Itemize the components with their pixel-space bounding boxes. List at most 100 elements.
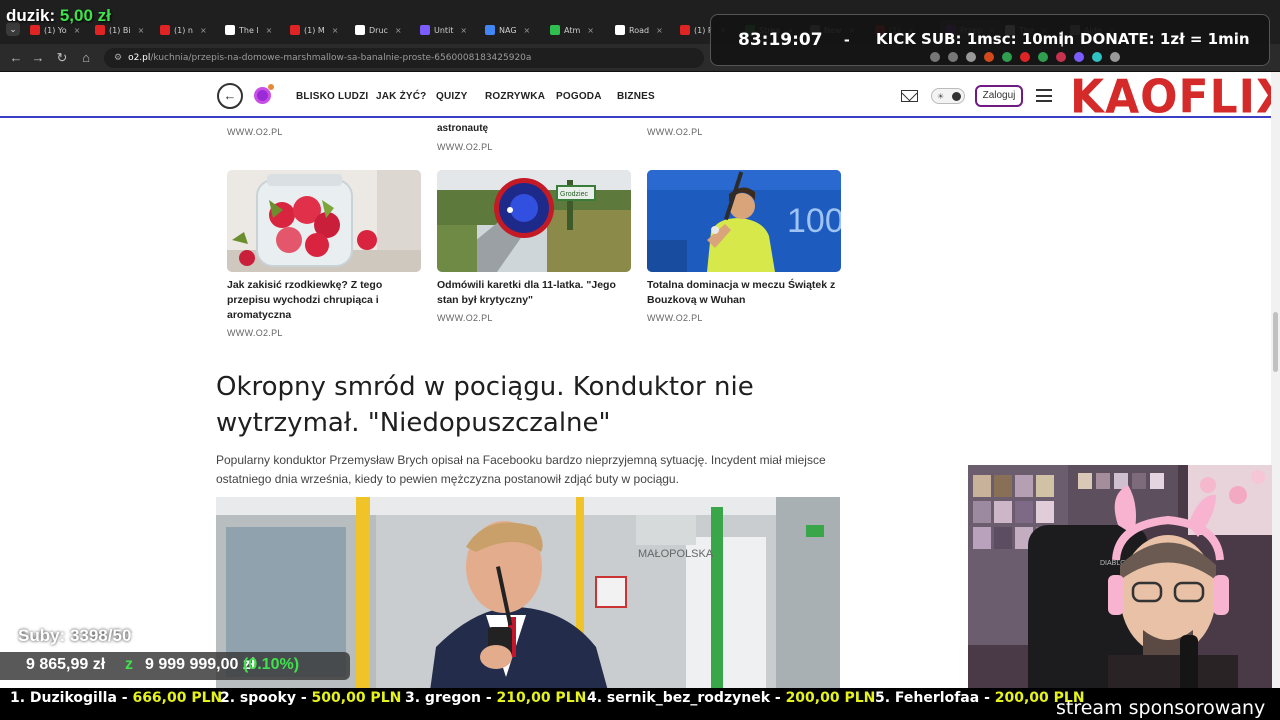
site-info-icon[interactable]: ⚙ (114, 53, 122, 63)
nav-jak-zyc[interactable]: JAK ŻYĆ? (376, 91, 427, 102)
donor-amount: 5,00 zł (59, 6, 111, 25)
toggle-knob (952, 92, 961, 101)
banner-text: 1000 (787, 202, 841, 240)
extension-icon[interactable] (984, 52, 994, 62)
tab-close-icon[interactable]: × (656, 26, 663, 35)
card-source: WWW.O2.PL (227, 127, 283, 137)
back-circle-icon[interactable]: ← (217, 83, 243, 109)
tab-close-icon[interactable]: × (200, 26, 207, 35)
sponsored-label: stream sponsorowany (1056, 697, 1266, 719)
back-arrow-icon[interactable]: ← (8, 50, 24, 66)
tab-close-icon[interactable]: × (395, 26, 402, 35)
card-source: WWW.O2.PL (437, 313, 493, 323)
nav-pogoda[interactable]: POGODA (556, 91, 602, 102)
mail-icon[interactable] (901, 90, 918, 102)
extension-icon[interactable] (1002, 52, 1012, 62)
goal-separator: z (125, 656, 133, 673)
extension-icon[interactable] (948, 52, 958, 62)
tab-label: NAG (499, 25, 517, 35)
extension-icons (930, 52, 1120, 62)
browser-tab[interactable]: Atm × (550, 20, 594, 40)
goal-current: 9 865,99 zł (26, 656, 106, 673)
tab-favicon-icon (680, 25, 690, 35)
kaoflix-logo: KAOFLIX (1070, 70, 1280, 125)
tab-label: (1) n (174, 25, 193, 35)
extension-icon[interactable] (1056, 52, 1066, 62)
browser-tab[interactable]: Druc × (355, 20, 402, 40)
goal-percent: (0.10%) (243, 656, 300, 673)
tab-favicon-icon (420, 25, 430, 35)
tab-favicon-icon (485, 25, 495, 35)
card-title-tennis[interactable]: Totalna dominacja w meczu Świątek z Bouz… (647, 278, 841, 308)
tab-close-icon[interactable]: × (460, 26, 467, 35)
card-image-radish-jar[interactable] (227, 170, 421, 272)
ticker-item: 2. spooky - 500,00 PLN (220, 690, 402, 706)
tab-label: Road (629, 25, 650, 35)
prev-card-title[interactable]: astronautę (437, 123, 488, 134)
tab-favicon-icon (615, 25, 625, 35)
browser-tab[interactable]: (1) M × (290, 20, 338, 40)
sub-goal: Suby: 3398/50 (18, 626, 132, 645)
goal-target: 9 999 999,00 zł (145, 656, 256, 673)
star-icon[interactable] (966, 52, 976, 62)
tab-label: (1) Bi (109, 25, 131, 35)
extension-icon[interactable] (930, 52, 940, 62)
browser-tab[interactable]: Road × (615, 20, 663, 40)
card-image-tennis[interactable]: 1000 (647, 170, 841, 272)
tab-favicon-icon (30, 25, 40, 35)
tab-close-icon[interactable]: × (332, 26, 339, 35)
nav-blisko-ludzi[interactable]: BLISKO LUDZI (296, 91, 368, 102)
tab-label: (1) Yo (44, 25, 67, 35)
nav-biznes[interactable]: BIZNES (617, 91, 655, 102)
browser-tab[interactable]: NAG × (485, 20, 530, 40)
subathon-timer: 83:19:07 (738, 30, 823, 50)
donate-rate: DONATE: 1zł = 1min (1080, 30, 1250, 48)
tab-close-icon[interactable]: × (524, 26, 531, 35)
timer-dash: - (844, 30, 850, 49)
card-image-ambulance-road[interactable]: Grodziec (437, 170, 631, 272)
tab-label: Untit (434, 25, 454, 35)
nav-quizy[interactable]: QUIZY (436, 91, 468, 102)
forward-arrow-icon[interactable]: → (30, 50, 46, 66)
card-source: WWW.O2.PL (647, 127, 703, 137)
road-sign-text: Grodziec (560, 191, 589, 198)
theme-toggle[interactable]: ☀ (931, 88, 965, 104)
page-scrollbar[interactable] (1271, 72, 1280, 720)
ticker-item: 1. Duzikogilla - 666,00 PLN (10, 690, 223, 706)
browser-tab[interactable]: The l × (225, 20, 272, 40)
koto-label: koto (130, 630, 166, 649)
tab-close-icon[interactable]: × (266, 26, 273, 35)
card-title-radish[interactable]: Jak zakisić rzodkiewkę? Z tego przepisu … (227, 278, 421, 323)
tab-close-icon[interactable]: × (74, 26, 81, 35)
card-title-ambulance[interactable]: Odmówili karetki dla 11-latka. "Jego sta… (437, 278, 631, 308)
extension-icon[interactable] (1092, 52, 1102, 62)
scrollbar-thumb[interactable] (1273, 312, 1278, 372)
ticker-item: 3. gregon - 210,00 PLN (405, 690, 587, 706)
tab-close-icon[interactable]: × (138, 26, 145, 35)
tab-favicon-icon (355, 25, 365, 35)
panel-separator: | (1060, 30, 1065, 47)
browser-tab[interactable]: (1) n × (160, 20, 207, 40)
ticker-item: 4. sernik_bez_rodzynek - 200,00 PLN (587, 690, 876, 706)
tab-favicon-icon (290, 25, 300, 35)
browser-tab[interactable]: Untit × (420, 20, 467, 40)
extension-icon[interactable] (1074, 52, 1084, 62)
nav-rozrywka[interactable]: ROZRYWKA (485, 91, 545, 102)
tab-close-icon[interactable]: × (587, 26, 594, 35)
sun-icon: ☀ (937, 92, 945, 101)
url-path: /kuchnia/przepis-na-domowe-marshmallow-s… (150, 53, 532, 63)
kick-sub-rate: KICK SUB: 1msc: 10min (876, 30, 1075, 48)
extension-icon[interactable] (1020, 52, 1030, 62)
o2-logo[interactable] (254, 84, 274, 104)
tab-label: (1) M (304, 25, 325, 35)
puzzle-icon[interactable] (1110, 52, 1120, 62)
menu-icon[interactable] (1036, 89, 1052, 102)
card-source: WWW.O2.PL (227, 328, 283, 338)
url-field[interactable]: ⚙ o2.pl/kuchnia/przepis-na-domowe-marshma… (104, 48, 704, 68)
train-label: MAŁOPOLSKA (638, 548, 714, 560)
reload-icon[interactable]: ↻ (54, 50, 70, 66)
extension-icon[interactable] (1038, 52, 1048, 62)
login-button[interactable]: Zaloguj (975, 85, 1023, 107)
url-host: o2.pl (128, 53, 151, 63)
home-icon[interactable]: ⌂ (78, 50, 94, 66)
